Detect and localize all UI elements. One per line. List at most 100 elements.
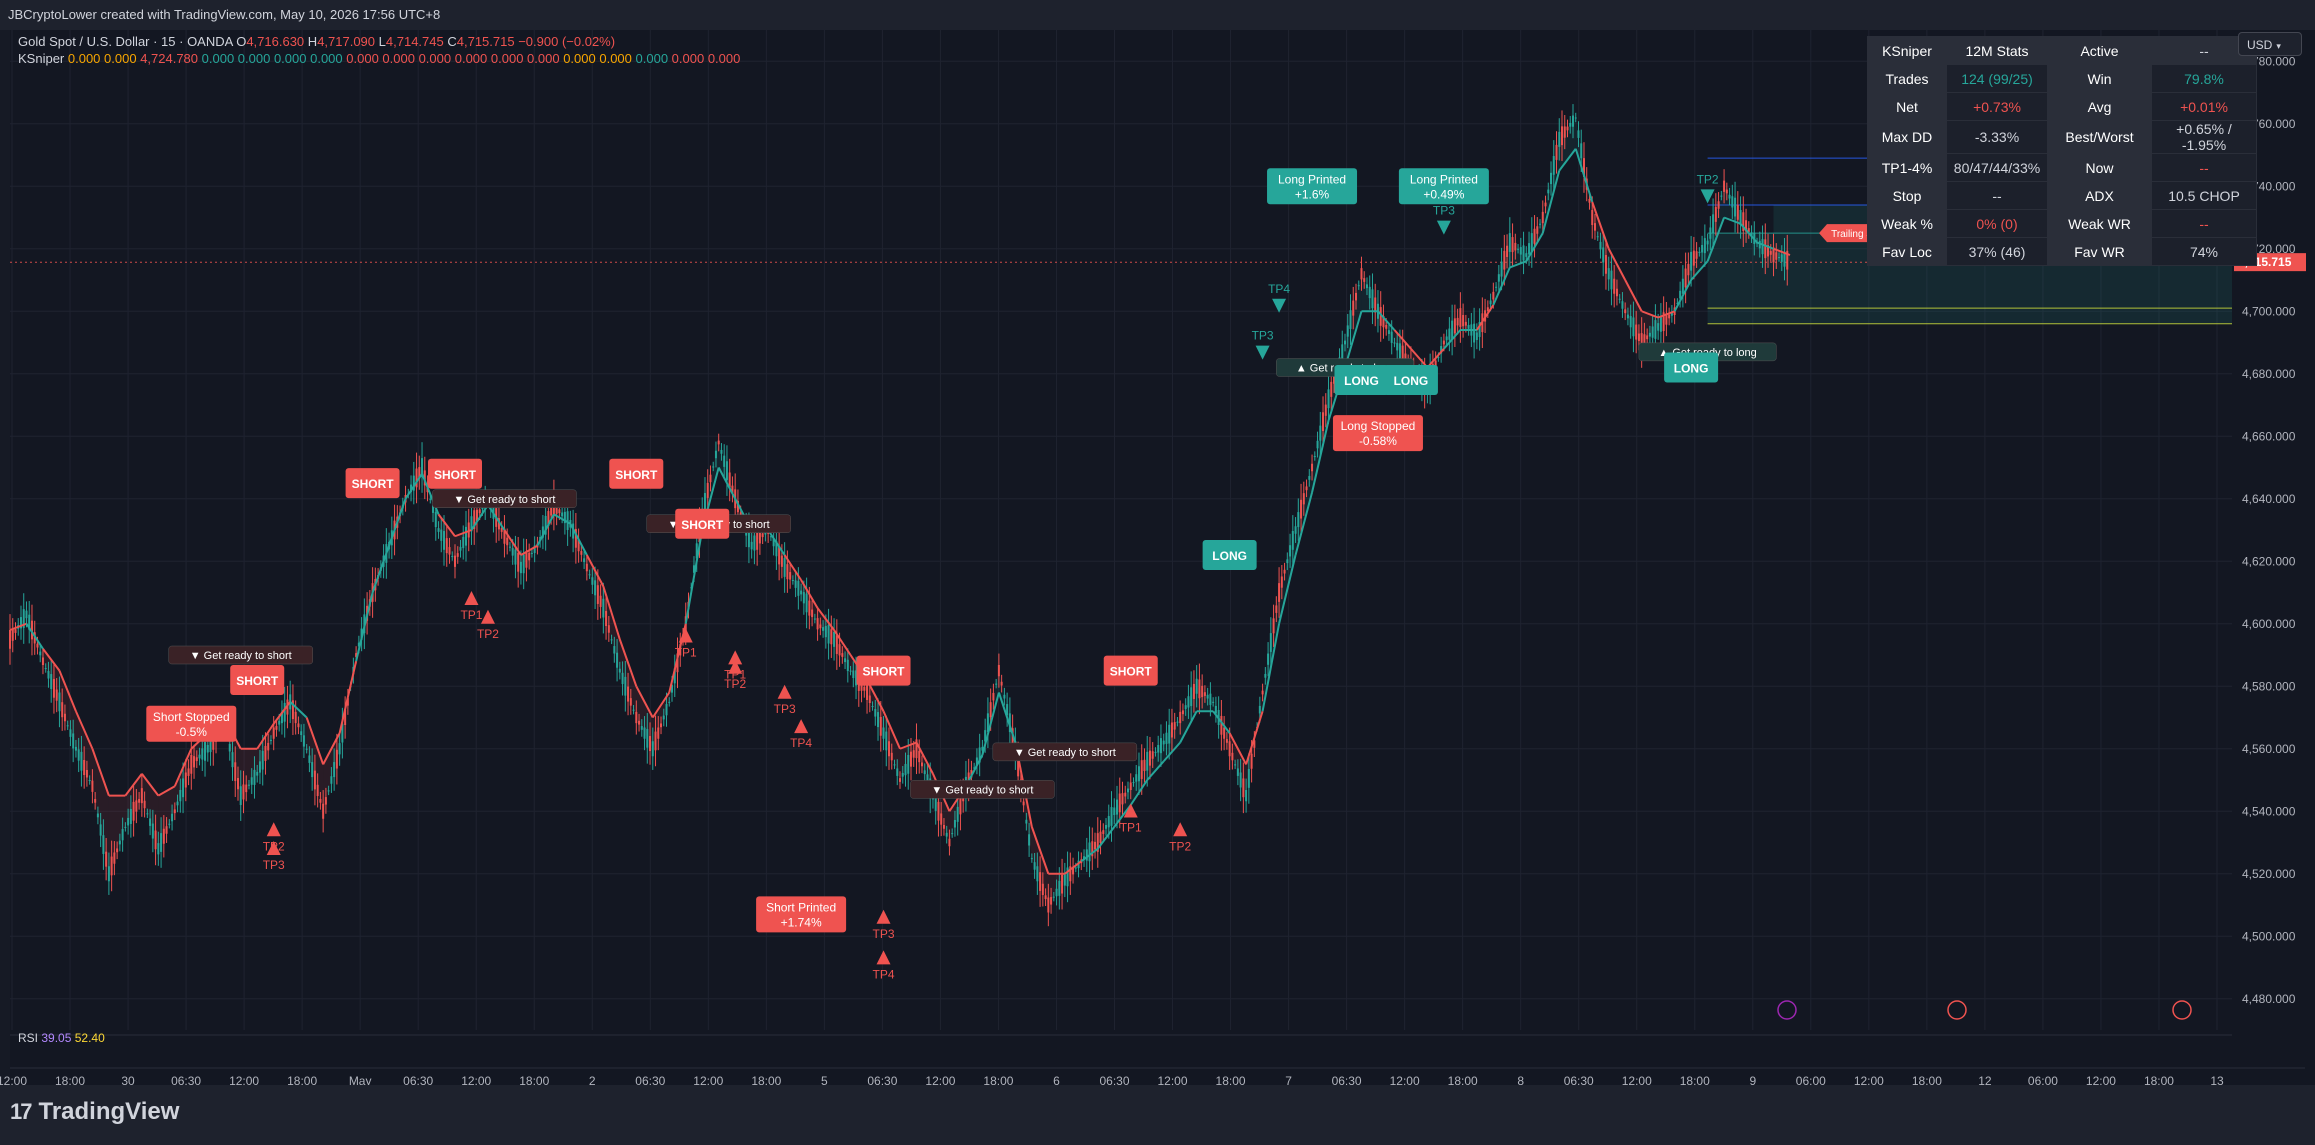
candle-body xyxy=(1591,210,1594,225)
candle-body xyxy=(1571,115,1574,127)
candle-body xyxy=(151,823,154,839)
candle-body xyxy=(1225,739,1228,743)
candle-body xyxy=(1558,131,1561,147)
tp-label: TP3 xyxy=(1433,204,1455,218)
candle-body xyxy=(1709,227,1712,239)
candle-body xyxy=(1775,252,1778,260)
price-tick-label: 4,700.000 xyxy=(2242,304,2296,318)
stats-label: Best/Worst xyxy=(2047,120,2152,154)
candle-body xyxy=(1126,788,1129,793)
candle-body xyxy=(635,711,638,724)
tradingview-logo: 17 TradingView xyxy=(10,1098,179,1126)
candle-body xyxy=(294,711,297,724)
candle-body xyxy=(1143,759,1146,772)
candle-body xyxy=(808,600,811,616)
stats-value: 12M Stats xyxy=(1946,36,2048,65)
candle-body xyxy=(1698,251,1701,253)
currency-selector[interactable]: USD ▾ xyxy=(2238,32,2302,56)
stats-value: 79.8% xyxy=(2151,64,2257,93)
candle-body xyxy=(1341,344,1344,360)
candle-body xyxy=(1154,751,1157,753)
stats-row: TP1-4% 80/47/44/33% Now -- xyxy=(1867,153,2257,182)
candle-body xyxy=(333,762,336,778)
stats-value: +0.01% xyxy=(2151,92,2257,121)
candle-body xyxy=(1610,270,1613,290)
stats-label: Stop xyxy=(1867,181,1947,210)
candle-body xyxy=(871,706,874,708)
candle-body xyxy=(83,760,86,775)
candle-body xyxy=(1607,268,1610,280)
candle-body xyxy=(127,817,130,826)
candle-body xyxy=(1148,750,1151,766)
event-marker-icon[interactable] xyxy=(2172,1000,2192,1020)
event-marker-icon[interactable] xyxy=(1947,1000,1967,1020)
candle-body xyxy=(786,564,789,580)
candle-body xyxy=(102,835,105,854)
trailing-stop-line xyxy=(684,529,704,624)
candle-body xyxy=(96,813,99,818)
candle-body xyxy=(1528,243,1531,255)
candle-body xyxy=(1181,710,1184,715)
candle-body xyxy=(1228,741,1231,757)
candle-body xyxy=(646,728,649,748)
indicator-value: 0.000 xyxy=(671,51,708,66)
symbol-name: Gold Spot / U.S. Dollar · 15 · OANDA xyxy=(18,34,233,49)
event-marker-icon[interactable] xyxy=(1777,1000,1797,1020)
candle-body xyxy=(528,552,531,561)
candle-body xyxy=(1467,325,1470,329)
candle-body xyxy=(992,692,995,701)
candle-body xyxy=(1544,202,1547,207)
stats-label: Fav Loc xyxy=(1867,237,1947,266)
candle-body xyxy=(1102,830,1105,834)
candle-body xyxy=(1195,678,1198,694)
candle-body xyxy=(1588,198,1591,203)
candle-body xyxy=(1231,752,1234,761)
candle-body xyxy=(920,762,923,767)
candle-body xyxy=(1349,310,1352,329)
candle-body xyxy=(660,723,663,728)
stats-label: Weak WR xyxy=(2047,209,2152,238)
candle-body xyxy=(511,548,514,556)
candle-body xyxy=(1621,301,1624,309)
candle-body xyxy=(882,727,885,739)
candle-body xyxy=(1365,284,1368,289)
candle-body xyxy=(162,828,165,844)
candle-body xyxy=(267,742,270,751)
candle-body xyxy=(1761,239,1764,255)
candle-body xyxy=(907,755,910,774)
candle-body xyxy=(1723,180,1726,192)
tp-label: TP1 xyxy=(675,646,697,660)
candle-body xyxy=(940,813,943,825)
candle-body xyxy=(1157,745,1160,753)
candle-body xyxy=(1033,862,1036,870)
candle-body xyxy=(338,743,341,755)
indicator-value: 0.000 xyxy=(635,51,672,66)
candle-body xyxy=(508,546,511,548)
candle-body xyxy=(588,574,591,576)
candle-body xyxy=(1044,895,1047,900)
candle-body xyxy=(1706,240,1709,245)
stats-row: Net +0.73% Avg +0.01% xyxy=(1867,92,2257,121)
candle-body xyxy=(157,843,160,855)
candle-body xyxy=(1247,769,1250,788)
tp-down-arrow-icon xyxy=(1272,298,1287,313)
candle-body xyxy=(909,751,912,767)
candle-body xyxy=(1569,122,1572,127)
candle-body xyxy=(1036,866,1039,882)
candle-body xyxy=(1464,321,1467,326)
candle-body xyxy=(780,555,783,567)
candle-body xyxy=(124,826,127,828)
candle-body xyxy=(1475,332,1478,340)
candle-body xyxy=(74,746,77,751)
candle-body xyxy=(1725,189,1728,194)
candle-body xyxy=(657,727,660,739)
candle-body xyxy=(1300,499,1303,519)
candle-body xyxy=(253,769,256,785)
candle-body xyxy=(451,556,454,558)
candle-body xyxy=(330,776,333,784)
candle-body xyxy=(1552,156,1555,175)
price-tick-label: 4,680.000 xyxy=(2242,367,2296,381)
candle-body xyxy=(1209,693,1212,705)
candle-body xyxy=(69,729,72,737)
candle-body xyxy=(204,741,207,761)
